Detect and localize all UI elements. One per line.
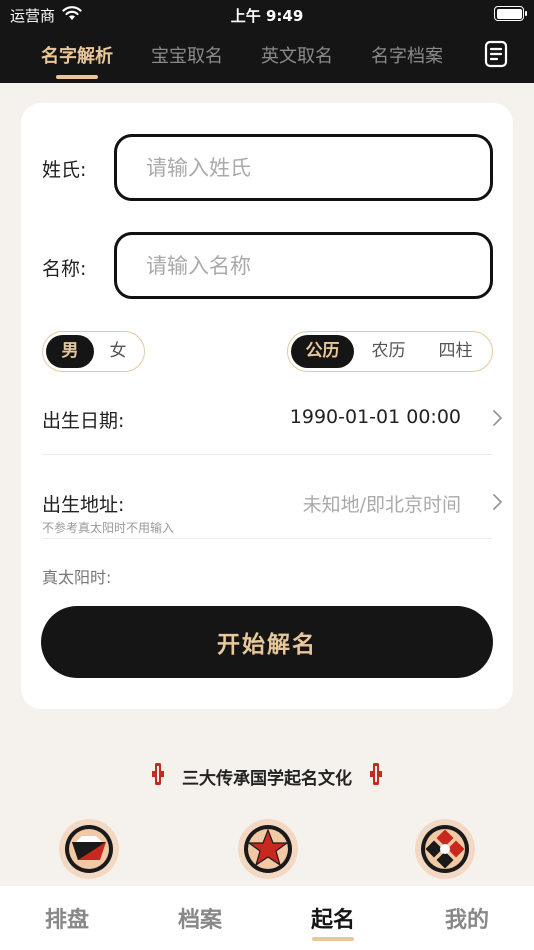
culture-badge-3-icon[interactable] [414,818,476,880]
top-tab-english-naming[interactable]: 英文取名 [261,42,333,68]
bottom-tab-label: 排盘 [44,907,89,933]
bottom-tab-label: 档案 [177,907,222,933]
chevron-right-icon[interactable] [491,409,503,427]
top-tab-label: 英文取名 [261,46,333,67]
bottom-tab-archive[interactable]: 档案 [160,902,240,934]
right-ornament-icon [370,763,382,785]
chevron-right-icon[interactable] [491,493,503,511]
bottom-tab-mine[interactable]: 我的 [427,902,507,934]
bottom-tab-label: 我的 [444,907,489,933]
document-list-icon[interactable] [484,40,510,68]
bottom-tab-label: 起名 [310,907,355,933]
top-tab-label: 宝宝取名 [151,46,223,67]
top-tab-label: 名字档案 [371,46,443,67]
top-tab-label: 名字解析 [41,46,113,67]
start-analysis-button[interactable]: 开始解名 [41,606,493,678]
name-analysis-form: 姓氏: 名称: 男 女 公历 农历 四柱 出生日期: 1990-01-01 00… [21,103,513,709]
active-tab-indicator [312,937,354,941]
true-solar-time-label: 真太阳时: [42,568,112,587]
divider [42,538,492,539]
culture-heading: 三大传承国学起名文化 [0,762,534,789]
surname-input[interactable] [114,134,493,201]
calendar-lunar-option[interactable]: 农历 [357,335,420,368]
birth-date-label: 出生日期: [42,410,125,432]
active-tab-indicator [56,75,98,79]
top-nav: 名字解析 宝宝取名 英文取名 名字档案 [0,28,534,83]
birth-place-hint: 不参考真太阳时不用输入 [42,521,175,535]
given-name-label: 名称: [42,258,87,280]
culture-title: 三大传承国学起名文化 [182,769,352,789]
top-tab-name-archive[interactable]: 名字档案 [371,42,443,68]
birth-place-label: 出生地址: [42,494,125,516]
given-name-input[interactable] [114,232,493,299]
top-tab-name-analysis[interactable]: 名字解析 [41,42,113,79]
culture-badge-1-icon[interactable] [58,818,120,880]
calendar-four-pillars-option[interactable]: 四柱 [424,335,487,368]
birth-place-value[interactable]: 未知地/即北京时间 [303,490,461,517]
top-tab-baby-naming[interactable]: 宝宝取名 [151,42,223,68]
divider [42,454,492,455]
clock: 上午 9:49 [230,7,304,25]
surname-label: 姓氏: [42,159,87,181]
birth-date-value[interactable]: 1990-01-01 00:00 [290,406,461,428]
calendar-selector: 公历 农历 四柱 [287,331,493,372]
culture-badge-2-icon[interactable] [237,818,299,880]
gender-selector: 男 女 [42,331,145,372]
bottom-tab-naming[interactable]: 起名 [293,902,373,941]
gender-female-option[interactable]: 女 [94,335,142,368]
battery-icon [494,6,527,21]
gender-male-option[interactable]: 男 [46,335,94,368]
calendar-solar-option[interactable]: 公历 [291,335,354,368]
bottom-tab-bar: 排盘 档案 起名 我的 [0,886,534,950]
bottom-tab-paipan[interactable]: 排盘 [27,902,107,934]
status-bar: 运营商 上午 9:49 [0,0,534,28]
